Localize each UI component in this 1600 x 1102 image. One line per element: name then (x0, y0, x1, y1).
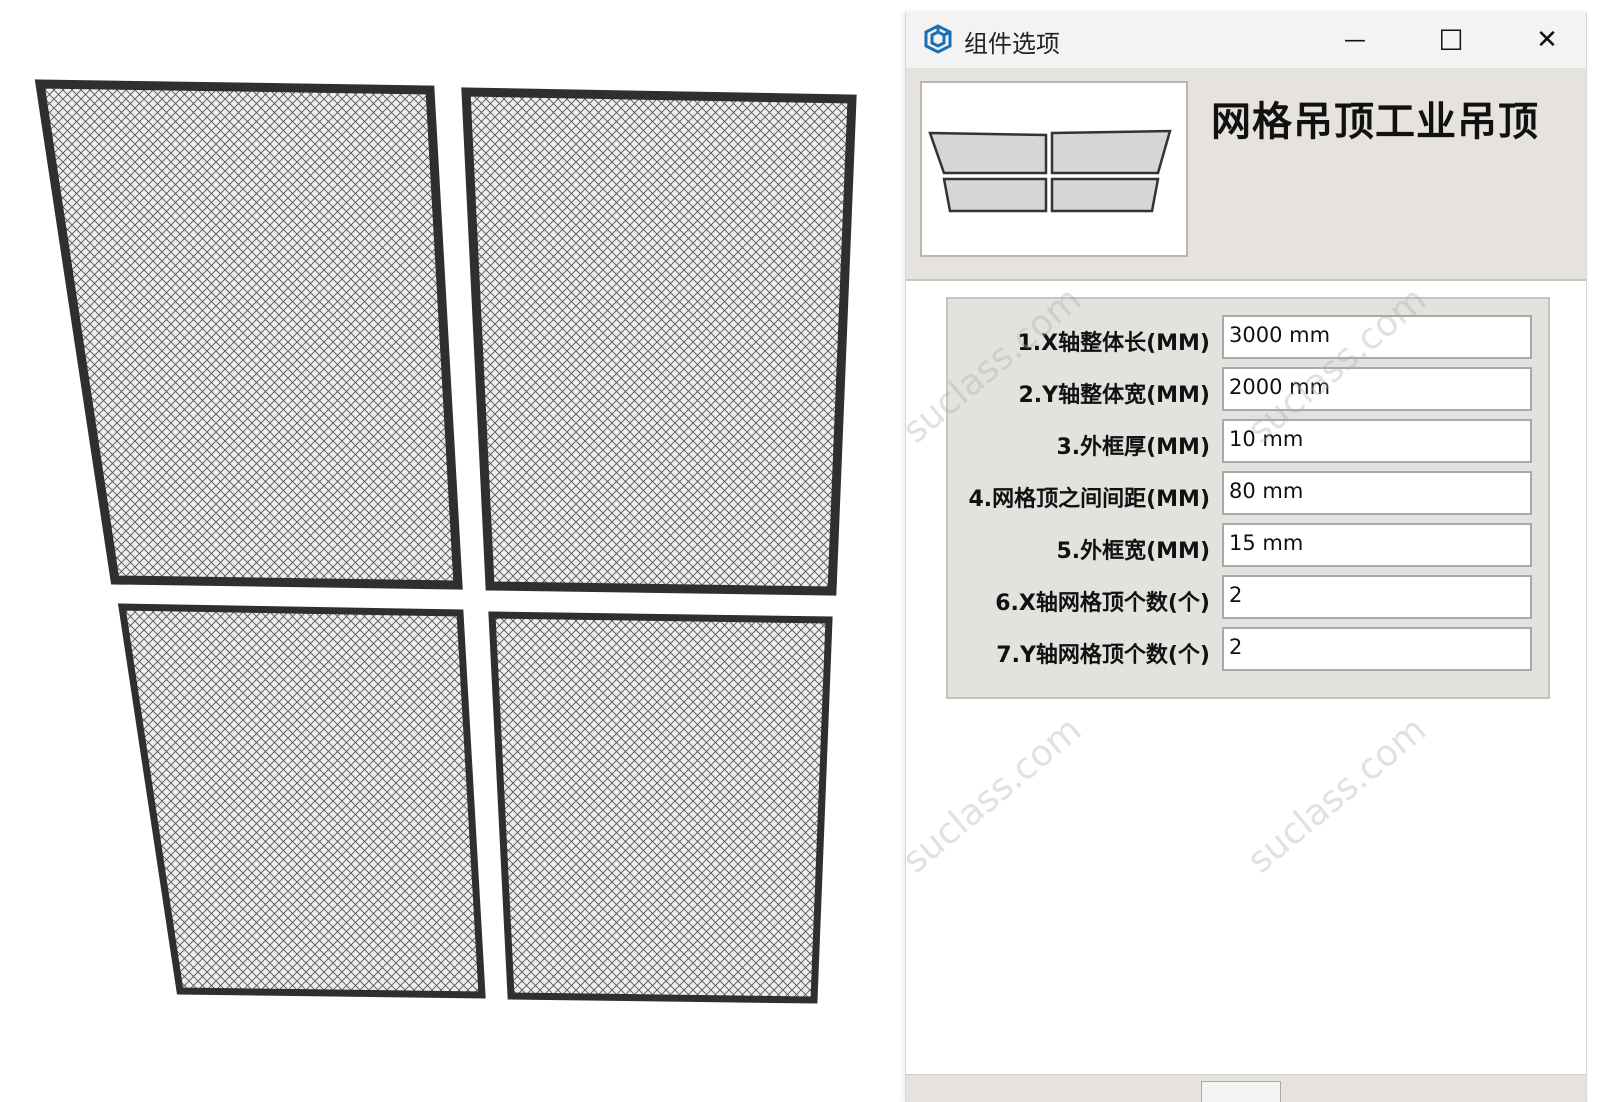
component-header: 网格吊顶工业吊顶 (906, 69, 1586, 281)
mesh-panel-bottom-right[interactable] (488, 611, 833, 1004)
parameter-input[interactable] (1222, 419, 1532, 463)
dialog-footer (906, 1074, 1586, 1102)
parameter-input[interactable] (1222, 315, 1532, 359)
parameter-input[interactable] (1222, 523, 1532, 567)
apply-button[interactable] (1201, 1081, 1281, 1102)
maximize-button[interactable]: ☐ (1418, 12, 1484, 68)
window-title: 组件选项 (964, 30, 1060, 58)
minimize-icon: — (1344, 27, 1366, 53)
minimize-button[interactable]: — (1322, 12, 1388, 68)
close-button[interactable]: ✕ (1514, 12, 1580, 68)
parameter-row: 3.外框厚(MM) (948, 419, 1548, 465)
parameter-row: 2.Y轴整体宽(MM) (948, 367, 1548, 413)
component-options-dialog: 组件选项 — ☐ ✕ 网格吊顶工业吊顶 1.X轴整体长(MM) 2.Y轴整体宽(M… (905, 12, 1587, 1102)
parameter-label: 7.Y轴网格顶个数(个) (996, 643, 1210, 668)
parameter-label: 3.外框厚(MM) (1056, 435, 1210, 460)
model-viewport[interactable] (0, 0, 900, 1090)
mesh-panel-bottom-left[interactable] (117, 603, 486, 999)
parameter-label: 4.网格顶之间间距(MM) (968, 487, 1210, 512)
parameter-row: 1.X轴整体长(MM) (948, 315, 1548, 361)
mesh-panel-top-right[interactable] (461, 87, 857, 596)
parameter-input[interactable] (1222, 575, 1532, 619)
component-name: 网格吊顶工业吊顶 (1211, 99, 1539, 145)
parameter-input[interactable] (1222, 367, 1532, 411)
parameter-input[interactable] (1222, 627, 1532, 671)
maximize-icon: ☐ (1438, 23, 1464, 57)
parameter-label: 5.外框宽(MM) (1056, 539, 1210, 564)
ceiling-panels-drawing (34, 79, 857, 1004)
parameter-row: 4.网格顶之间间距(MM) (948, 471, 1548, 517)
component-thumbnail (920, 81, 1188, 257)
sketchup-icon (924, 24, 952, 54)
close-icon: ✕ (1536, 25, 1558, 55)
parameter-label: 1.X轴整体长(MM) (1017, 331, 1210, 356)
parameter-label: 6.X轴网格顶个数(个) (995, 591, 1210, 616)
parameter-row: 6.X轴网格顶个数(个) (948, 575, 1548, 621)
parameter-row: 7.Y轴网格顶个数(个) (948, 627, 1548, 673)
parameter-row: 5.外框宽(MM) (948, 523, 1548, 569)
parameter-input[interactable] (1222, 471, 1532, 515)
parameters-panel: 1.X轴整体长(MM) 2.Y轴整体宽(MM) 3.外框厚(MM) 4.网格顶之间间距… (946, 297, 1550, 699)
mesh-panel-top-left[interactable] (34, 79, 463, 590)
title-bar[interactable]: 组件选项 — ☐ ✕ (906, 12, 1586, 69)
parameter-label: 2.Y轴整体宽(MM) (1018, 383, 1211, 408)
